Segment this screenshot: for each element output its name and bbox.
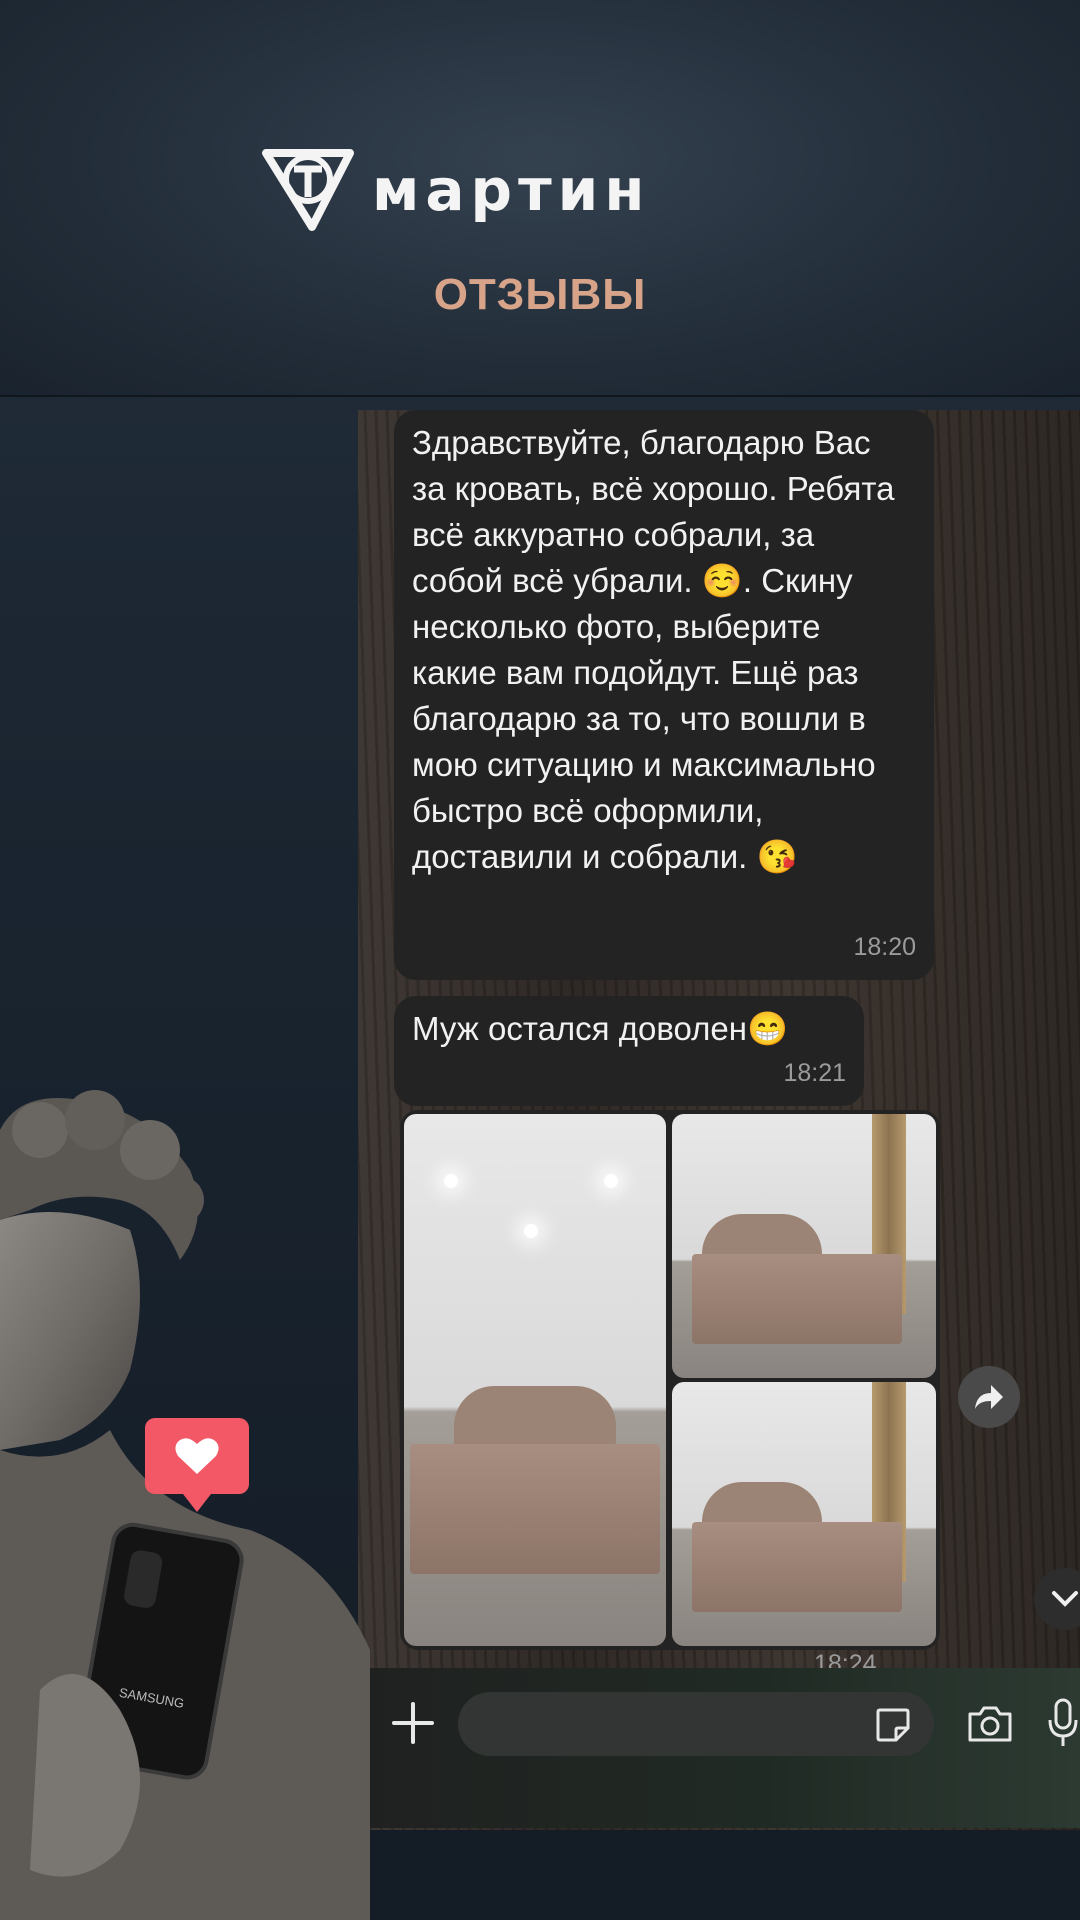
photo-album[interactable]	[400, 1110, 940, 1650]
chat-screenshot: Здравствуйте, благодарю Вас за кровать, …	[358, 410, 1080, 1830]
logo-text: мартин	[372, 156, 651, 224]
message-input-bar	[368, 1668, 1080, 1828]
camera-icon[interactable]	[966, 1702, 1014, 1746]
logo-mark-icon	[262, 149, 354, 231]
heart-icon	[175, 1438, 219, 1474]
forward-button[interactable]	[958, 1366, 1020, 1428]
message-bubble: Здравствуйте, благодарю Вас за кровать, …	[394, 410, 934, 980]
message-text: Муж остался доволен😁	[412, 1010, 789, 1047]
like-badge	[145, 1418, 249, 1512]
brand-logo: мартин	[262, 145, 822, 235]
bed-photo[interactable]	[672, 1114, 936, 1378]
forward-icon	[975, 1385, 1003, 1409]
message-input[interactable]	[458, 1692, 934, 1756]
message-time: 18:21	[783, 1059, 846, 1087]
message-bubble: Муж остался доволен😁 18:21	[394, 996, 864, 1106]
bed-photo[interactable]	[672, 1382, 936, 1646]
header-band: мартин ОТЗЫВЫ	[0, 0, 1080, 397]
statue-illustration: SAMSUNG	[0, 1090, 370, 1920]
message-text: Здравствуйте, благодарю Вас за кровать, …	[412, 424, 895, 875]
chevron-down-icon	[1052, 1591, 1078, 1607]
sticker-icon[interactable]	[874, 1706, 912, 1744]
page-title: ОТЗЫВЫ	[433, 270, 647, 319]
message-time: 18:20	[853, 933, 916, 961]
scroll-down-button[interactable]	[1034, 1568, 1080, 1630]
mic-icon[interactable]	[1046, 1698, 1080, 1748]
